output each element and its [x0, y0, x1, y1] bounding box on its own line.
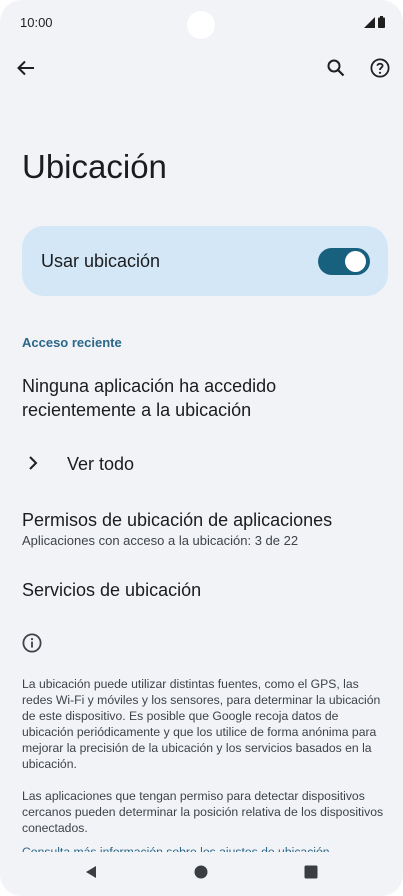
chevron-right-icon	[26, 454, 40, 477]
nav-home-button[interactable]	[191, 864, 211, 884]
use-location-switch[interactable]	[318, 248, 370, 275]
nav-home-icon	[194, 865, 208, 884]
navigation-bar	[0, 852, 403, 896]
status-bar: 10:00	[0, 0, 403, 46]
switch-thumb	[345, 251, 366, 272]
screen: 10:00 Ubicación Usar ubicación Acceso re…	[0, 0, 403, 896]
see-all-label: Ver todo	[67, 454, 135, 474]
app-location-permissions-summary: Aplicaciones con acceso a la ubicación: …	[22, 533, 299, 548]
app-location-permissions-title: Permisos de ubicación de aplicaciones	[22, 510, 333, 530]
nav-back-icon	[84, 865, 98, 884]
status-time: 10:00	[20, 15, 53, 30]
app-bar	[0, 52, 403, 88]
back-button[interactable]	[12, 56, 40, 84]
location-services-item[interactable]: Servicios de ubicación	[22, 578, 382, 606]
nearby-devices-info-text: Las aplicaciones que tengan permiso para…	[22, 789, 384, 835]
nav-back-button[interactable]	[81, 864, 101, 884]
search-button[interactable]	[322, 56, 350, 84]
help-icon	[370, 57, 390, 83]
help-button[interactable]	[366, 56, 394, 84]
recent-access-empty-text: Ninguna aplicación ha accedido recientem…	[22, 376, 277, 420]
use-location-toggle[interactable]: Usar ubicación	[22, 226, 388, 296]
battery-icon	[378, 15, 385, 33]
search-icon	[327, 59, 345, 82]
back-arrow-icon	[17, 59, 35, 82]
use-location-label: Usar ubicación	[41, 251, 161, 271]
camera-cutout	[187, 11, 215, 39]
signal-icon	[364, 15, 375, 33]
nav-recents-icon	[304, 865, 318, 884]
recent-access-header: Acceso reciente	[22, 335, 122, 350]
page-title: Ubicación	[22, 148, 167, 185]
nav-recents-button[interactable]	[301, 864, 321, 884]
app-location-permissions-item[interactable]: Permisos de ubicación de aplicaciones Ap…	[22, 508, 382, 552]
location-info-text: La ubicación puede utilizar distintas fu…	[22, 677, 381, 771]
see-all-button[interactable]: Ver todo	[22, 448, 382, 480]
status-icons	[364, 15, 385, 33]
info-icon	[22, 633, 42, 658]
